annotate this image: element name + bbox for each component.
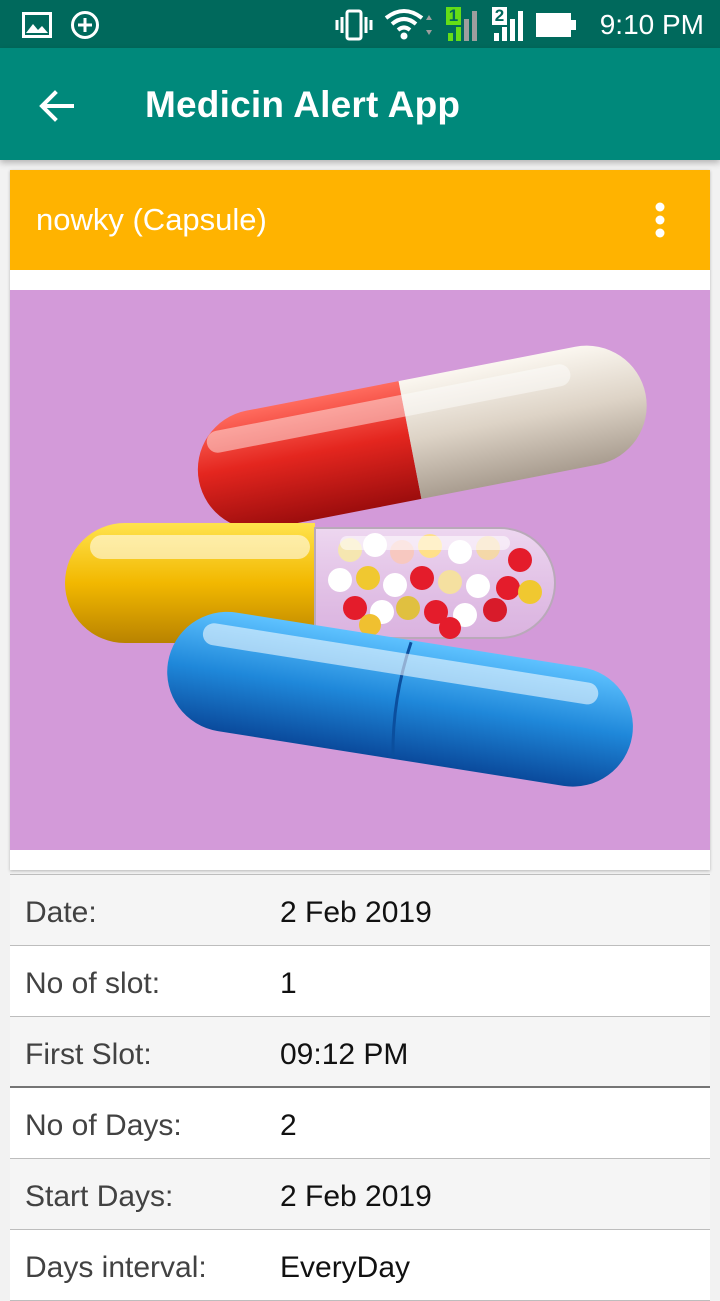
details-value: 2 Feb 2019 (280, 1180, 432, 1213)
details-row-start-days: Start Days: 2 Feb 2019 (10, 1159, 710, 1230)
app-bar: Medicin Alert App (0, 48, 720, 160)
signal-sim2-icon: 2 (490, 7, 526, 43)
details-label: No of slot: (25, 967, 161, 1000)
app-title: Medicin Alert App (145, 84, 461, 125)
vibrate-icon (335, 9, 373, 41)
add-circle-icon (71, 11, 99, 39)
details-label: No of Days: (25, 1109, 182, 1142)
wifi-icon (384, 9, 432, 40)
overflow-menu-button[interactable] (640, 200, 680, 240)
details-label: First Slot: (25, 1038, 152, 1071)
status-time: 9:10 PM (599, 9, 704, 40)
details-row-slots: No of slot: 1 (10, 946, 710, 1017)
details-value: 09:12 PM (280, 1038, 409, 1071)
back-button[interactable] (28, 78, 84, 134)
details-value: 2 Feb 2019 (280, 896, 432, 929)
more-vert-icon (655, 202, 665, 238)
details-table: Date: 2 Feb 2019 No of slot: 1 First Slo… (10, 874, 710, 1301)
arrow-back-icon (39, 90, 74, 122)
medicine-card-header: nowky (Capsule) (10, 170, 710, 270)
status-bar: 1 2 9:10 PM (0, 0, 720, 48)
details-label: Date: (25, 896, 97, 929)
details-value: 2 (280, 1109, 297, 1142)
details-row-interval: Days interval: EveryDay (10, 1230, 710, 1301)
details-label: Start Days: (25, 1180, 174, 1213)
details-value: 1 (280, 967, 297, 1000)
details-row-first-slot: First Slot: 09:12 PM (10, 1017, 710, 1088)
medicine-image (10, 290, 710, 850)
battery-icon (535, 13, 576, 37)
capsules-illustration (65, 345, 647, 787)
details-row-days: No of Days: 2 (10, 1088, 710, 1159)
signal-sim1-icon: 1 (444, 7, 480, 43)
medicine-card[interactable]: nowky (Capsule) (10, 170, 710, 870)
medicine-name: nowky (Capsule) (36, 202, 267, 237)
details-row-date: Date: 2 Feb 2019 (10, 875, 710, 946)
gallery-icon (22, 12, 52, 38)
